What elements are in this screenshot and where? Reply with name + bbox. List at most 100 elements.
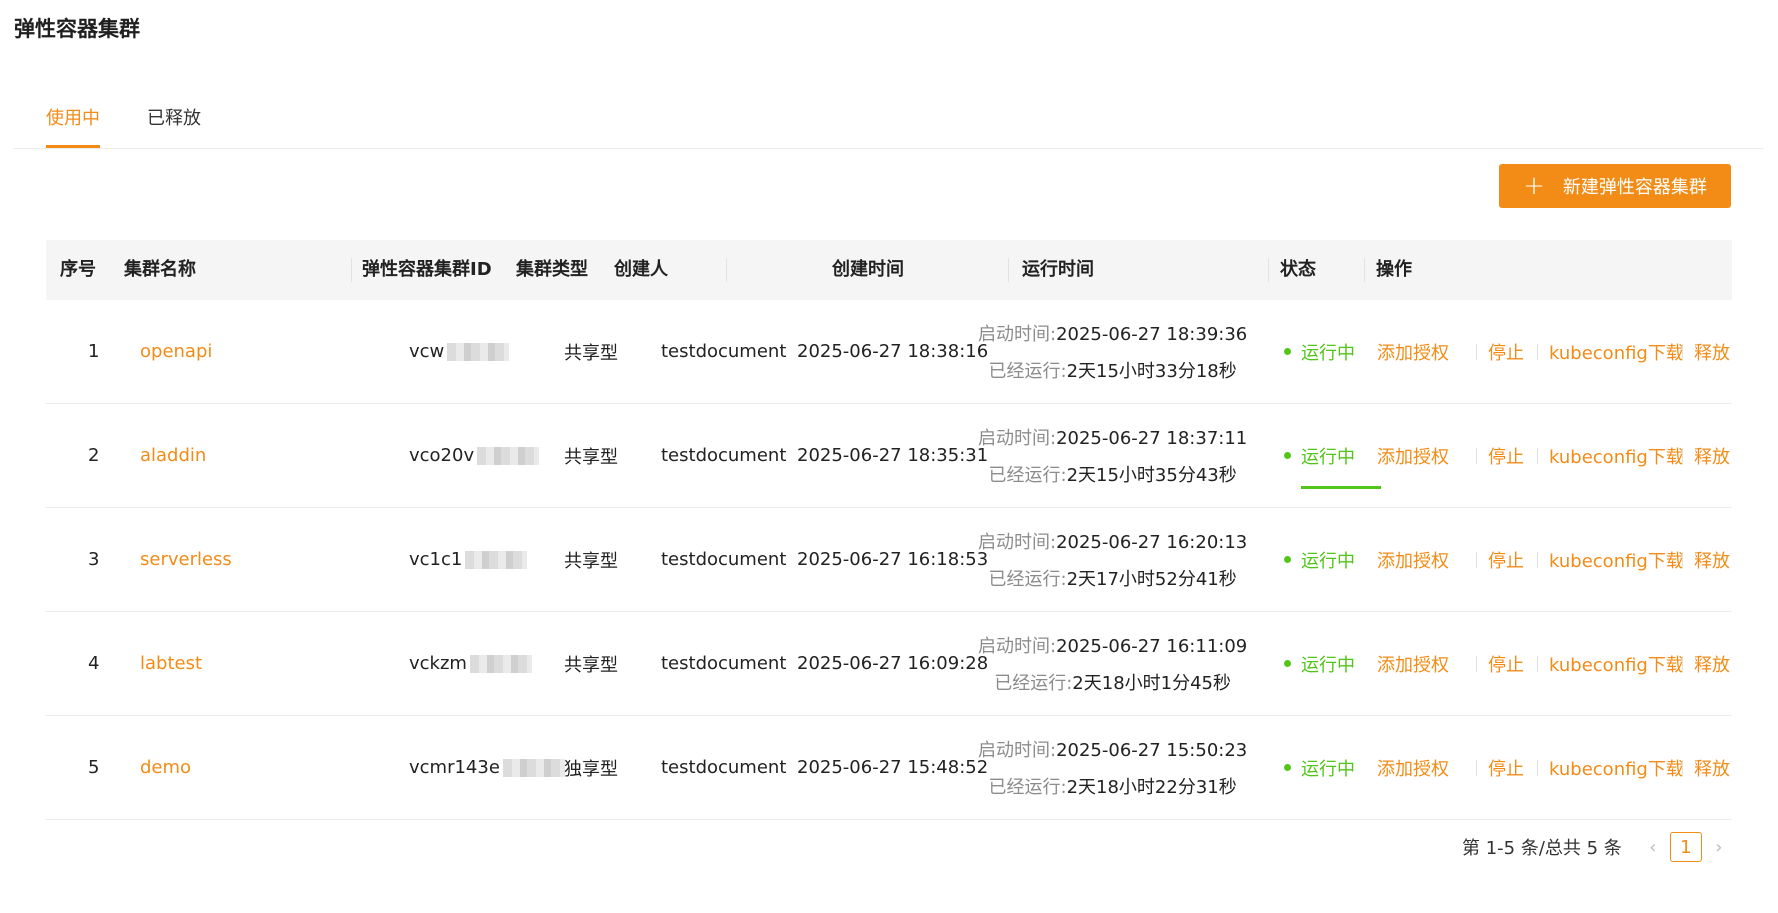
page-header: 弹性容器集群 xyxy=(0,0,1778,62)
release-button[interactable]: 释放 xyxy=(1694,612,1730,715)
create-cluster-label: 新建弹性容器集群 xyxy=(1562,177,1707,198)
start-time-label: 启动时间: xyxy=(978,428,1057,449)
header-created: 创建时间 xyxy=(832,259,904,280)
status-dot-icon xyxy=(1284,764,1291,771)
redacted-mosaic xyxy=(447,342,510,361)
table-row: 4 labtest vckzm 共享型 testdocument 2025-06… xyxy=(46,612,1732,716)
table-row: 3 serverless vc1c1 共享型 testdocument 2025… xyxy=(46,508,1732,612)
created-time: 2025-06-27 16:09:28 xyxy=(797,653,989,674)
tab-released[interactable]: 已释放 xyxy=(147,104,201,130)
create-cluster-button[interactable]: + 新建弹性容器集群 xyxy=(1499,164,1731,208)
start-time-label: 启动时间: xyxy=(978,740,1057,761)
created-time: 2025-06-27 18:35:31 xyxy=(797,445,989,466)
cluster-type: 独享型 xyxy=(564,758,618,780)
release-button[interactable]: 释放 xyxy=(1694,404,1730,507)
stop-button[interactable]: 停止 xyxy=(1488,404,1524,507)
release-button[interactable]: 释放 xyxy=(1694,508,1730,611)
status-badge: 运行中 xyxy=(1284,612,1355,715)
release-button[interactable]: 释放 xyxy=(1694,300,1730,403)
status-text: 运行中 xyxy=(1301,758,1355,780)
authorize-button[interactable]: 添加授权 xyxy=(1377,508,1449,611)
header-name: 集群名称 xyxy=(124,259,196,280)
status-underline xyxy=(1301,486,1381,489)
kubeconfig-download-button[interactable]: kubeconfig下载 xyxy=(1549,612,1684,715)
action-divider xyxy=(1476,552,1477,568)
header-actions: 操作 xyxy=(1376,259,1412,280)
authorize-button[interactable]: 添加授权 xyxy=(1377,300,1449,403)
action-divider xyxy=(1682,552,1683,568)
row-index: 5 xyxy=(88,757,100,778)
cluster-id-text: vcmr143e xyxy=(409,757,500,778)
status-dot-icon xyxy=(1284,556,1291,563)
status-dot-icon xyxy=(1284,452,1291,459)
action-divider xyxy=(1476,448,1477,464)
cluster-type: 共享型 xyxy=(564,342,618,364)
start-time-value: 2025-06-27 18:39:36 xyxy=(1056,324,1248,345)
table-row: 5 demo vcmr143e 独享型 testdocument 2025-06… xyxy=(46,716,1732,820)
action-divider xyxy=(1537,448,1538,464)
runtime-cell: 启动时间:2025-06-27 18:37:11 已经运行:2天15小时35分4… xyxy=(978,404,1247,507)
cluster-id: vcw xyxy=(409,300,510,403)
stop-button[interactable]: 停止 xyxy=(1488,716,1524,819)
header-divider xyxy=(1364,258,1365,282)
cluster-type: 共享型 xyxy=(564,654,618,676)
elapsed-label: 已经运行: xyxy=(988,777,1067,798)
page-title: 弹性容器集群 xyxy=(14,17,140,41)
kubeconfig-download-button[interactable]: kubeconfig下载 xyxy=(1549,404,1684,507)
authorize-button[interactable]: 添加授权 xyxy=(1377,404,1449,507)
pagination-total: 第 1-5 条/总共 5 条 xyxy=(1462,838,1622,859)
release-button[interactable]: 释放 xyxy=(1694,716,1730,819)
cluster-name-link[interactable]: openapi xyxy=(140,300,212,403)
cluster-name-link[interactable]: aladdin xyxy=(140,404,206,507)
header-divider xyxy=(351,258,352,282)
status-badge: 运行中 xyxy=(1284,716,1355,819)
row-index: 1 xyxy=(88,341,100,362)
cluster-name-link[interactable]: labtest xyxy=(140,612,202,715)
elapsed-value: 2天15小时35分43秒 xyxy=(1066,465,1237,486)
tab-in-use[interactable]: 使用中 xyxy=(46,104,100,148)
row-index: 3 xyxy=(88,549,100,570)
authorize-button[interactable]: 添加授权 xyxy=(1377,716,1449,819)
page-number-button[interactable]: 1 xyxy=(1669,832,1702,862)
elapsed-label: 已经运行: xyxy=(988,569,1067,590)
elapsed-label: 已经运行: xyxy=(988,465,1067,486)
stop-button[interactable]: 停止 xyxy=(1488,508,1524,611)
header-divider xyxy=(726,258,727,282)
status-text: 运行中 xyxy=(1301,654,1355,676)
cluster-type: 共享型 xyxy=(564,550,618,572)
action-divider xyxy=(1476,760,1477,776)
kubeconfig-download-button[interactable]: kubeconfig下载 xyxy=(1549,508,1684,611)
pagination: 第 1-5 条/总共 5 条 ‹ 1 › xyxy=(1462,832,1732,862)
table-row: 2 aladdin vco20v 共享型 testdocument 2025-0… xyxy=(46,404,1732,508)
chevron-right-icon[interactable]: › xyxy=(1706,837,1732,858)
cluster-name-link[interactable]: serverless xyxy=(140,508,232,611)
action-divider xyxy=(1537,760,1538,776)
plus-icon: + xyxy=(1523,171,1545,201)
created-time: 2025-06-27 16:18:53 xyxy=(797,549,989,570)
chevron-left-icon[interactable]: ‹ xyxy=(1640,837,1666,858)
start-time-label: 启动时间: xyxy=(978,532,1057,553)
action-divider xyxy=(1537,552,1538,568)
elapsed-value: 2天15小时33分18秒 xyxy=(1066,361,1237,382)
stop-button[interactable]: 停止 xyxy=(1488,300,1524,403)
status-dot-icon xyxy=(1284,660,1291,667)
created-time: 2025-06-27 18:38:16 xyxy=(797,341,989,362)
cluster-id: vcmr143e xyxy=(409,716,565,819)
start-time-value: 2025-06-27 15:50:23 xyxy=(1056,740,1248,761)
header-divider xyxy=(1268,258,1269,282)
cluster-name-link[interactable]: demo xyxy=(140,716,191,819)
redacted-mosaic xyxy=(477,446,540,465)
header-status: 状态 xyxy=(1280,259,1316,280)
redacted-mosaic xyxy=(502,758,565,777)
redacted-mosaic xyxy=(469,654,532,673)
elapsed-value: 2天18小时22分31秒 xyxy=(1066,777,1237,798)
status-dot-icon xyxy=(1284,348,1291,355)
stop-button[interactable]: 停止 xyxy=(1488,612,1524,715)
cluster-type: 共享型 xyxy=(564,446,618,468)
row-index: 4 xyxy=(88,653,100,674)
authorize-button[interactable]: 添加授权 xyxy=(1377,612,1449,715)
tab-bar: 使用中 已释放 xyxy=(14,86,1764,149)
kubeconfig-download-button[interactable]: kubeconfig下载 xyxy=(1549,716,1684,819)
kubeconfig-download-button[interactable]: kubeconfig下载 xyxy=(1549,300,1684,403)
creator: testdocument xyxy=(661,549,787,570)
